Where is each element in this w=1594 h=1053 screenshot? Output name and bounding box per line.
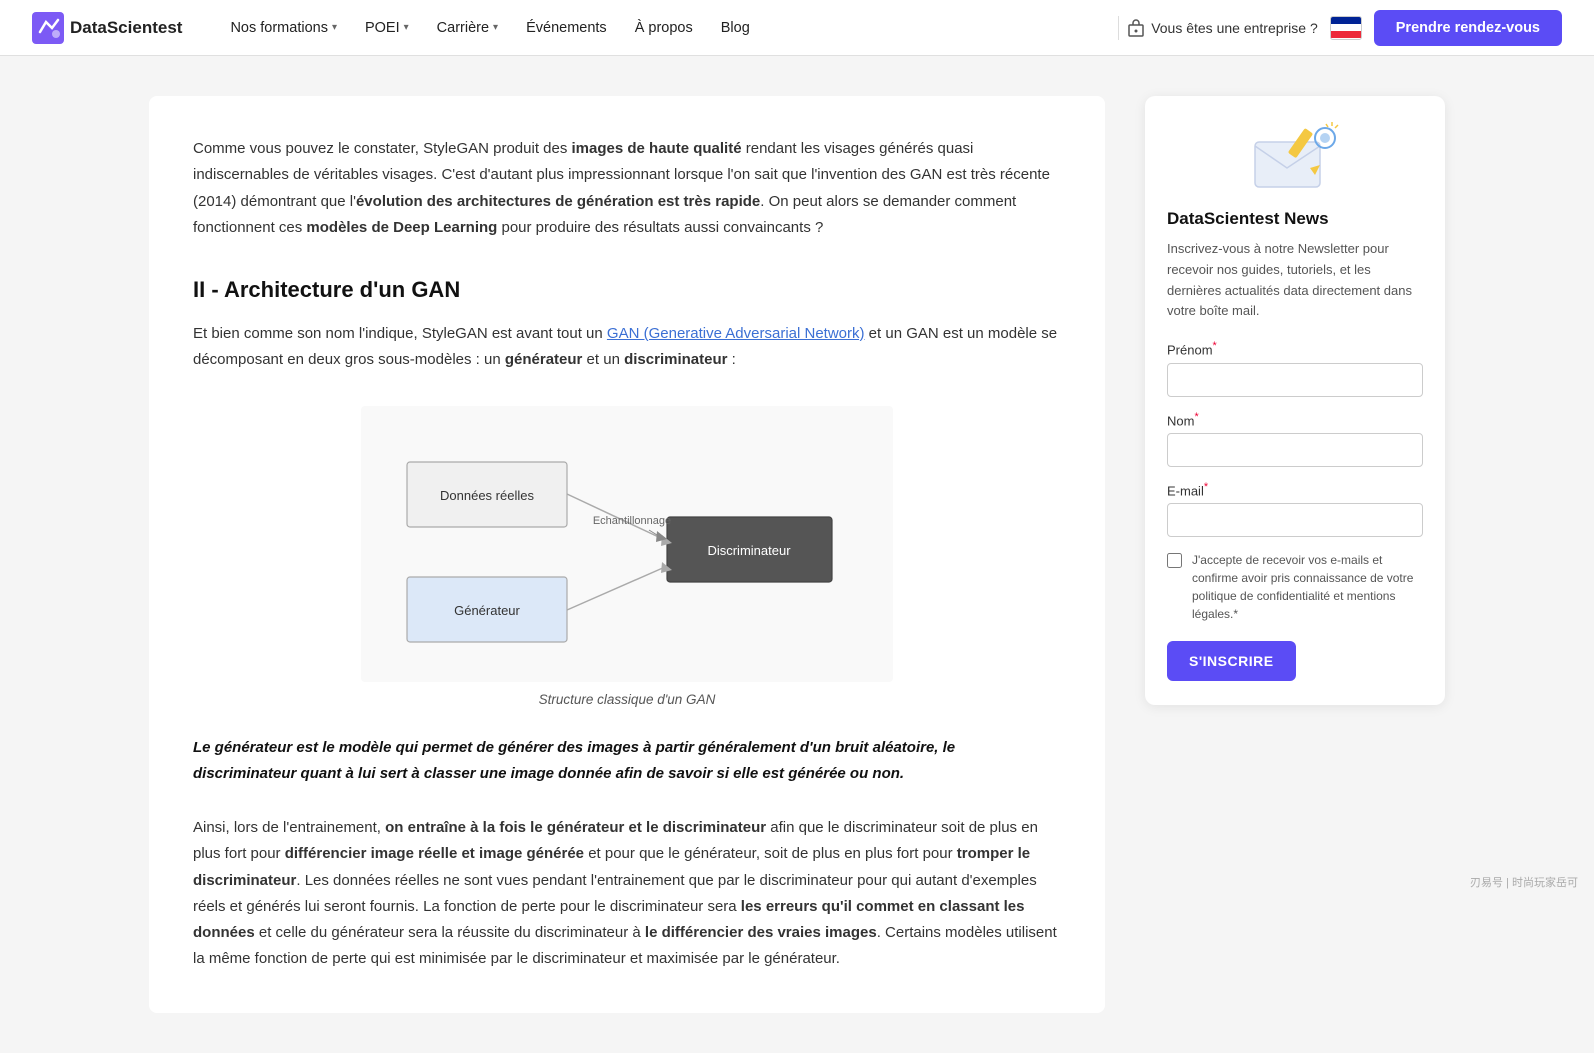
main-content: Comme vous pouvez le constater, StyleGAN… [149, 96, 1105, 1013]
newsletter-description: Inscrivez-vous à notre Newsletter pour r… [1167, 239, 1423, 322]
newsletter-icon-area [1167, 120, 1423, 195]
gan-link[interactable]: GAN (Generative Adversarial Network) [607, 325, 865, 342]
flag-white-stripe [1331, 24, 1361, 31]
newsletter-illustration [1250, 120, 1340, 195]
gan-diagram: Données réelles Générateur Discriminateu… [377, 422, 877, 662]
nav-item-formations[interactable]: Nos formations ▾ [218, 12, 349, 44]
prenom-input[interactable] [1167, 363, 1423, 397]
nom-label: Nom* [1167, 411, 1423, 428]
sidebar: DataScientest News Inscrivez-vous à notr… [1145, 96, 1445, 705]
flag-blue-stripe [1331, 17, 1361, 24]
diagram-container: Données réelles Générateur Discriminateu… [193, 406, 1061, 707]
nom-group: Nom* [1167, 411, 1423, 467]
email-label: E-mail* [1167, 481, 1423, 498]
intro-paragraph: Comme vous pouvez le constater, StyleGAN… [193, 136, 1061, 241]
consent-checkbox[interactable] [1167, 553, 1182, 568]
diagram-svg: Données réelles Générateur Discriminateu… [361, 406, 893, 682]
enterprise-link[interactable]: Vous êtes une entreprise ? [1127, 19, 1318, 37]
nav-divider [1118, 16, 1119, 40]
nav-item-apropos[interactable]: À propos [623, 12, 705, 44]
section-intro-paragraph: Et bien comme son nom l'indique, StyleGA… [193, 321, 1061, 374]
chevron-down-icon: ▾ [493, 22, 498, 33]
section-heading: II - Architecture d'un GAN [193, 277, 1061, 303]
blockquote: Le générateur est le modèle qui permet d… [193, 735, 1061, 788]
nav-item-blog[interactable]: Blog [709, 12, 762, 44]
svg-text:Discriminateur: Discriminateur [707, 543, 791, 558]
svg-text:Données réelles: Données réelles [440, 488, 534, 503]
svg-text:Echantillonnage: Echantillonnage [593, 515, 671, 527]
prenom-group: Prénom* [1167, 340, 1423, 396]
nav-item-evenements[interactable]: Événements [514, 12, 619, 44]
language-flag[interactable] [1330, 16, 1362, 40]
consent-label: J'accepte de recevoir vos e-mails et con… [1192, 551, 1423, 623]
subscribe-button[interactable]: S'INSCRIRE [1167, 641, 1296, 681]
chevron-down-icon: ▾ [332, 22, 337, 33]
newsletter-title: DataScientest News [1167, 209, 1423, 229]
logo[interactable]: DataScientest [32, 12, 182, 44]
page-container: Comme vous pouvez le constater, StyleGAN… [117, 56, 1477, 1053]
bottom-paragraph: Ainsi, lors de l'entrainement, on entraî… [193, 815, 1061, 973]
email-group: E-mail* [1167, 481, 1423, 537]
watermark: 刃易号 | 时尚玩家岳可 [1470, 874, 1578, 890]
enterprise-icon [1127, 19, 1145, 37]
logo-text: DataScientest [70, 18, 182, 38]
nav-right: Vous êtes une entreprise ? Prendre rende… [1127, 10, 1562, 46]
svg-text:Générateur: Générateur [454, 603, 520, 618]
nom-input[interactable] [1167, 433, 1423, 467]
consent-group: J'accepte de recevoir vos e-mails et con… [1167, 551, 1423, 623]
nav-item-poei[interactable]: POEI ▾ [353, 12, 421, 44]
nav-item-carriere[interactable]: Carrière ▾ [425, 12, 510, 44]
nav-links: Nos formations ▾ POEI ▾ Carrière ▾ Événe… [218, 12, 1110, 44]
flag-red-stripe [1331, 31, 1361, 38]
logo-icon [32, 12, 64, 44]
prenom-label: Prénom* [1167, 340, 1423, 357]
cta-button[interactable]: Prendre rendez-vous [1374, 10, 1562, 46]
navbar: DataScientest Nos formations ▾ POEI ▾ Ca… [0, 0, 1594, 56]
newsletter-card: DataScientest News Inscrivez-vous à notr… [1145, 96, 1445, 705]
diagram-caption: Structure classique d'un GAN [539, 692, 716, 707]
email-input[interactable] [1167, 503, 1423, 537]
chevron-down-icon: ▾ [404, 22, 409, 33]
